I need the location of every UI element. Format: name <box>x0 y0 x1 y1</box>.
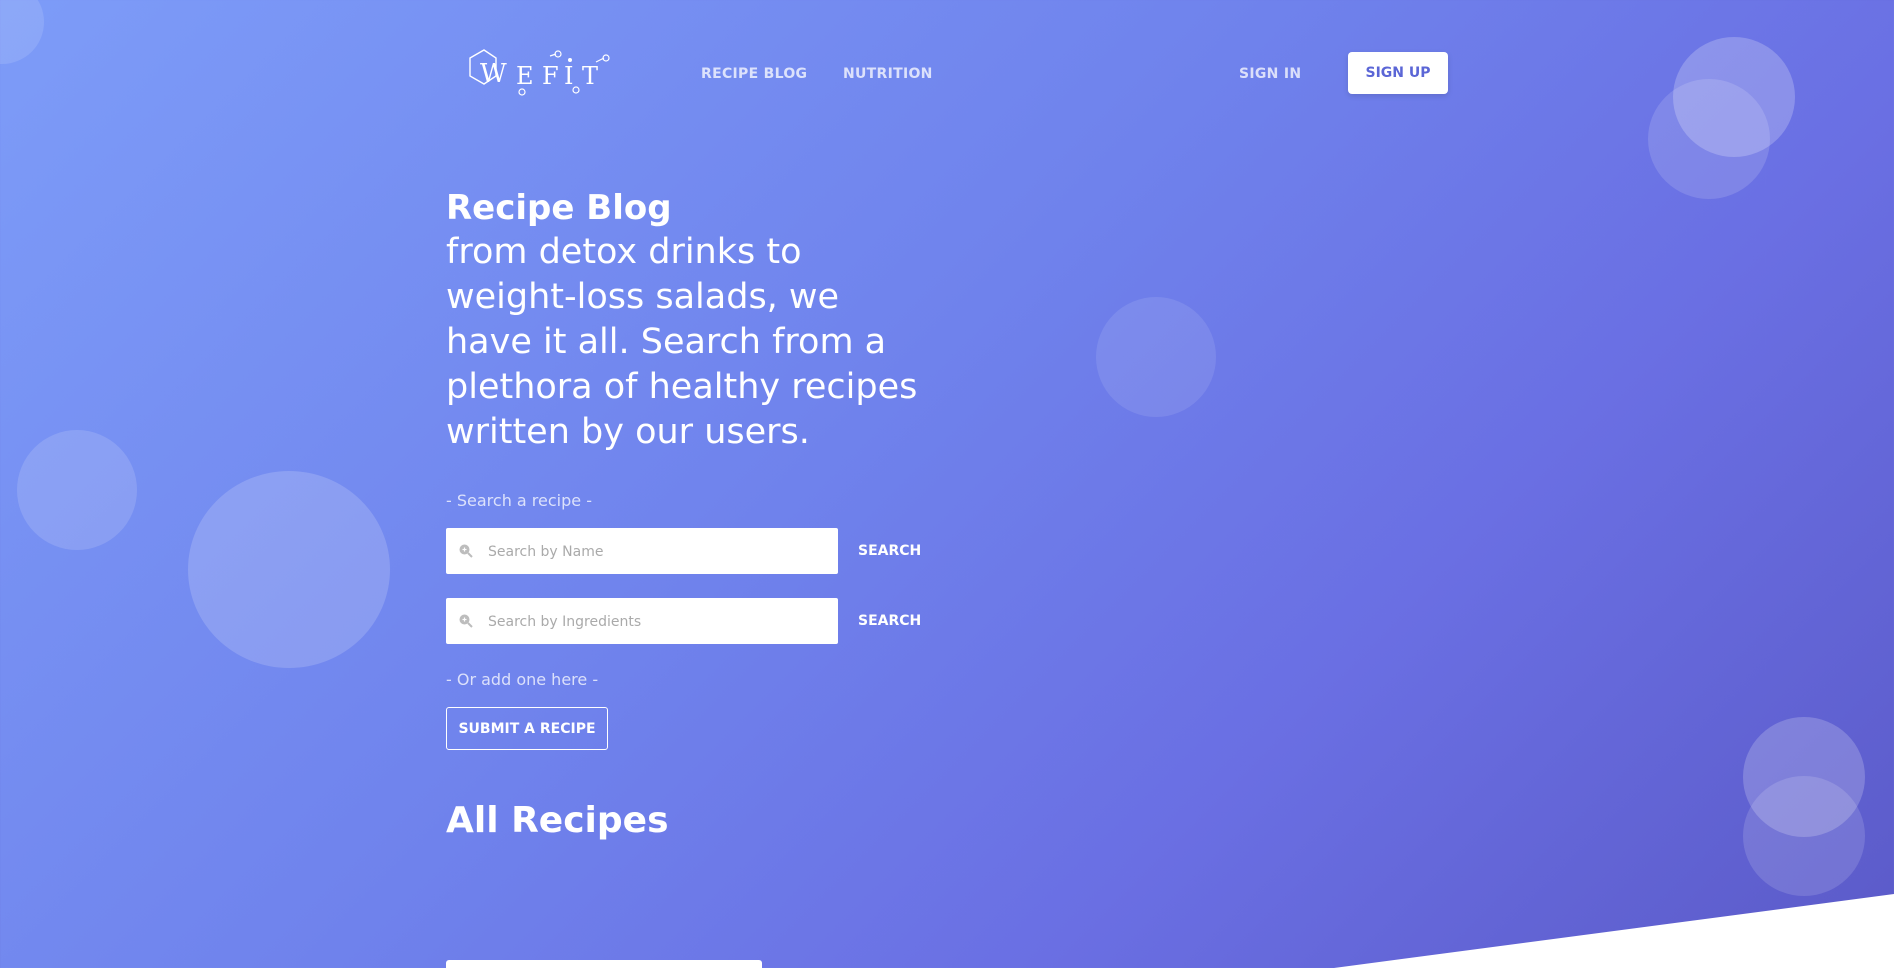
page-subtitle: from detox drinks to weight-loss salads,… <box>446 232 918 453</box>
footer-wedge <box>1334 894 1894 968</box>
svg-text:I: I <box>564 62 573 90</box>
decor-bubble <box>17 430 137 550</box>
nav-recipe-blog[interactable]: RECIPE BLOG <box>701 66 807 82</box>
decor-bubble <box>1096 297 1216 417</box>
search-ingredients-input[interactable] <box>486 598 830 647</box>
search-ingredients-button[interactable]: SEARCH <box>858 613 921 629</box>
svg-text:F: F <box>542 62 559 90</box>
decor-bubble <box>188 471 390 668</box>
sign-up-button[interactable]: SIGN UP <box>1348 52 1448 94</box>
sign-in-link[interactable]: SIGN IN <box>1239 66 1301 82</box>
decor-bubble <box>1743 776 1865 896</box>
nav-nutrition[interactable]: NUTRITION <box>843 66 933 82</box>
search-icon <box>458 543 474 563</box>
search-by-ingredients-box <box>446 598 838 647</box>
submit-recipe-button[interactable]: SUBMIT A RECIPE <box>446 707 608 751</box>
search-name-input[interactable] <box>486 528 830 577</box>
all-recipes-heading: All Recipes <box>446 800 669 841</box>
page-title: Recipe Blog <box>446 188 672 228</box>
svg-text:W: W <box>480 59 507 89</box>
decor-bubble <box>0 0 44 64</box>
recipe-card[interactable] <box>446 960 762 968</box>
search-hint: - Search a recipe - <box>446 491 592 511</box>
search-by-ingredients-row: SEARCH <box>446 598 966 647</box>
wefit-logo[interactable]: W E F I T <box>466 46 616 96</box>
search-by-name-box <box>446 528 838 577</box>
search-name-button[interactable]: SEARCH <box>858 543 921 559</box>
wefit-logo-mark: W E F I T <box>469 49 610 96</box>
search-by-name-row: SEARCH <box>446 528 966 577</box>
submit-hint: - Or add one here - <box>446 670 599 690</box>
search-icon <box>458 613 474 633</box>
svg-text:E: E <box>516 62 534 90</box>
top-nav: W E F I T RECIPE BLOG NUTRITION SIGN IN … <box>446 40 1448 108</box>
decor-bubble <box>1648 79 1770 199</box>
svg-text:T: T <box>582 62 598 90</box>
hero-section: Recipe Blog from detox drinks to weight-… <box>446 186 966 751</box>
